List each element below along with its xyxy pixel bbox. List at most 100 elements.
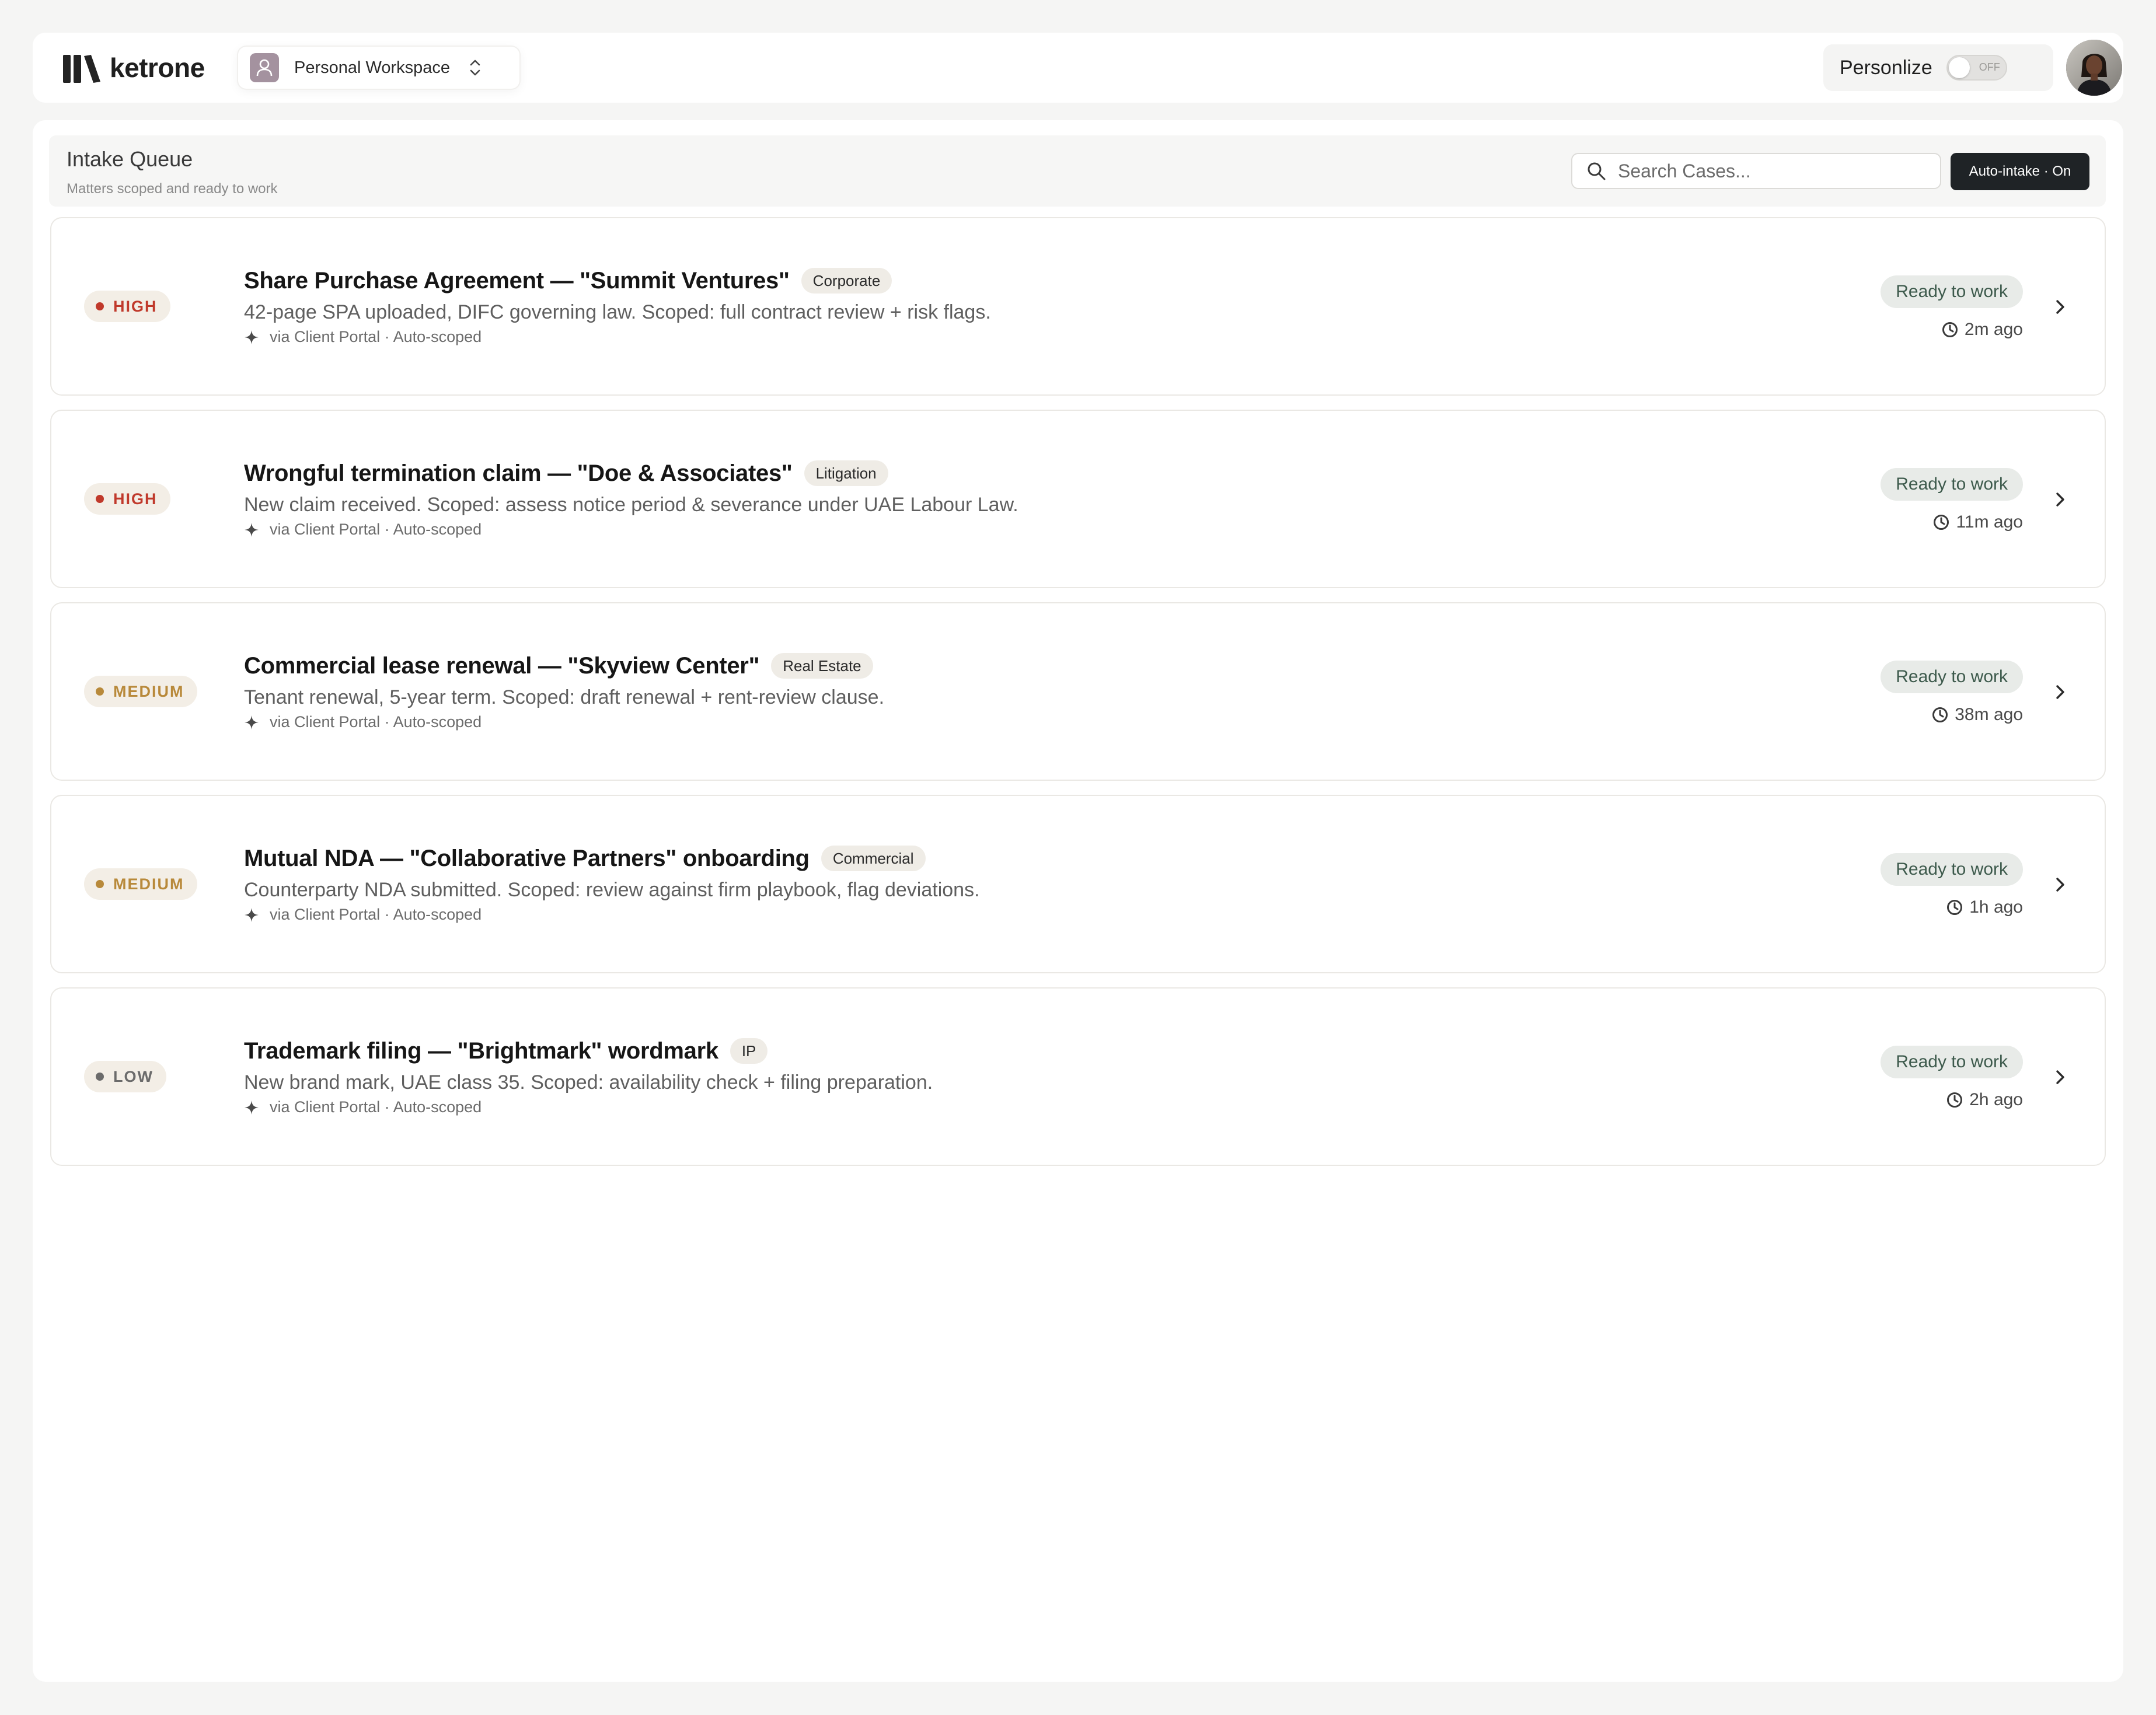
search-box[interactable] (1571, 153, 1941, 189)
chevron-right-icon[interactable] (2049, 680, 2072, 704)
case-timestamp: 38m ago (1931, 705, 2023, 725)
case-timestamp: 2h ago (1946, 1090, 2023, 1110)
case-title[interactable]: Commercial lease renewal — "Skyview Cent… (244, 653, 760, 679)
status-badge: Ready to work (1881, 853, 2023, 886)
case-body: Wrongful termination claim — "Doe & Asso… (244, 457, 1820, 539)
priority-label: HIGH (113, 297, 158, 315)
case-source: via Client Portal · Auto-scoped (244, 521, 1820, 539)
priority-dot (96, 687, 104, 696)
case-title[interactable]: Mutual NDA — "Collaborative Partners" on… (244, 846, 810, 872)
chevron-right-icon[interactable] (2049, 873, 2072, 896)
priority-badge: HIGH (84, 291, 170, 322)
priority-label: LOW (113, 1067, 153, 1085)
top-bar: ketrone Personal Workspace Personlize OF… (33, 33, 2123, 103)
auto-intake-button[interactable]: Auto-intake · On (1951, 153, 2089, 190)
case-description: New brand mark, UAE class 35. Scoped: av… (244, 1071, 933, 1094)
case-title[interactable]: Share Purchase Agreement — "Summit Ventu… (244, 268, 790, 294)
time-ago-label: 1h ago (1969, 897, 2023, 917)
case-timestamp: 11m ago (1932, 512, 2023, 532)
priority-badge: MEDIUM (84, 868, 197, 900)
user-avatar[interactable] (2066, 40, 2122, 96)
status-badge: Ready to work (1881, 1046, 2023, 1078)
case-title-row: Mutual NDA — "Collaborative Partners" on… (244, 843, 1820, 874)
case-source-label: via Client Portal · Auto-scoped (270, 521, 482, 538)
workspace-label: Personal Workspace (294, 58, 451, 77)
sparkle-icon (245, 715, 259, 729)
personalize-label: Personlize (1840, 56, 1932, 79)
clock-icon (1942, 322, 1958, 337)
priority-dot (96, 302, 104, 310)
case-body: Share Purchase Agreement — "Summit Ventu… (244, 265, 1820, 346)
sparkle-icon (245, 330, 259, 344)
practice-area-tag: Corporate (801, 268, 892, 294)
logo[interactable]: ketrone (63, 49, 205, 86)
case-description: Tenant renewal, 5-year term. Scoped: dra… (244, 686, 885, 708)
chevron-up-down-icon (470, 60, 480, 76)
case-card[interactable]: MEDIUM Commercial lease renewal — "Skyvi… (50, 602, 2106, 781)
practice-area-tag: Litigation (804, 460, 888, 486)
case-card[interactable]: HIGH Wrongful termination claim — "Doe &… (50, 410, 2106, 588)
case-card[interactable]: HIGH Share Purchase Agreement — "Summit … (50, 217, 2106, 396)
logo-mark-icon (63, 55, 100, 83)
status-badge: Ready to work (1881, 275, 2023, 308)
chevron-right-icon[interactable] (2049, 1066, 2072, 1089)
chevron-right-icon[interactable] (2049, 488, 2072, 511)
time-ago-label: 2h ago (1969, 1090, 2023, 1109)
toggle-knob (1948, 57, 1970, 78)
chevron-right-icon[interactable] (2049, 295, 2072, 319)
case-source: via Client Portal · Auto-scoped (244, 906, 1820, 924)
page-subtitle: Matters scoped and ready to work (67, 181, 278, 197)
clock-icon (1947, 900, 1963, 915)
case-source-label: via Client Portal · Auto-scoped (270, 328, 482, 345)
time-ago-label: 11m ago (1956, 512, 2023, 532)
priority-badge: LOW (84, 1061, 166, 1092)
search-input[interactable] (1617, 159, 1923, 183)
sparkle-icon (245, 522, 259, 537)
case-description: Counterparty NDA submitted. Scoped: revi… (244, 879, 980, 901)
priority-dot (96, 495, 104, 503)
case-title-row: Trademark filing — "Brightmark" wordmark… (244, 1035, 1820, 1067)
case-title-row: Wrongful termination claim — "Doe & Asso… (244, 457, 1820, 489)
case-source-label: via Client Portal · Auto-scoped (270, 713, 482, 731)
workspace-user-icon (250, 53, 279, 82)
case-title[interactable]: Wrongful termination claim — "Doe & Asso… (244, 460, 793, 487)
status-badge: Ready to work (1881, 661, 2023, 693)
time-ago-label: 2m ago (1964, 320, 2023, 339)
time-ago-label: 38m ago (1955, 705, 2023, 724)
sparkle-icon (245, 907, 259, 922)
case-description: New claim received. Scoped: assess notic… (244, 494, 1018, 516)
priority-badge: HIGH (84, 483, 170, 515)
case-card[interactable]: LOW Trademark filing — "Brightmark" word… (50, 987, 2106, 1166)
practice-area-tag: Commercial (821, 846, 926, 871)
clock-icon (1934, 515, 1949, 530)
case-source: via Client Portal · Auto-scoped (244, 328, 1820, 346)
case-title[interactable]: Trademark filing — "Brightmark" wordmark (244, 1038, 718, 1064)
case-body: Trademark filing — "Brightmark" wordmark… (244, 1035, 1820, 1116)
sparkle-icon (245, 1100, 259, 1115)
priority-label: MEDIUM (113, 875, 184, 893)
page-title: Intake Queue (67, 147, 193, 171)
search-icon (1588, 162, 1606, 180)
workspace-switcher[interactable]: Personal Workspace (238, 47, 519, 89)
priority-label: HIGH (113, 490, 158, 508)
case-title-row: Share Purchase Agreement — "Summit Ventu… (244, 265, 1820, 296)
case-body: Commercial lease renewal — "Skyview Cent… (244, 650, 1820, 731)
personalize-toggle[interactable]: OFF (1946, 55, 2007, 81)
case-card[interactable]: MEDIUM Mutual NDA — "Collaborative Partn… (50, 795, 2106, 973)
case-source: via Client Portal · Auto-scoped (244, 1098, 1820, 1116)
priority-dot (96, 880, 104, 888)
main-panel: Intake Queue Matters scoped and ready to… (33, 120, 2123, 1682)
case-title-row: Commercial lease renewal — "Skyview Cent… (244, 650, 1820, 682)
queue-header: Intake Queue Matters scoped and ready to… (49, 135, 2106, 207)
practice-area-tag: Real Estate (771, 653, 873, 679)
case-timestamp: 1h ago (1946, 897, 2023, 917)
case-body: Mutual NDA — "Collaborative Partners" on… (244, 843, 1820, 924)
case-description: 42-page SPA uploaded, DIFC governing law… (244, 301, 991, 323)
case-timestamp: 2m ago (1941, 320, 2023, 340)
clock-icon (1932, 707, 1948, 722)
personalize-control: Personlize OFF (1823, 44, 2053, 91)
priority-dot (96, 1073, 104, 1081)
status-badge: Ready to work (1881, 468, 2023, 501)
priority-badge: MEDIUM (84, 676, 197, 707)
toggle-state-label: OFF (1979, 61, 2000, 73)
